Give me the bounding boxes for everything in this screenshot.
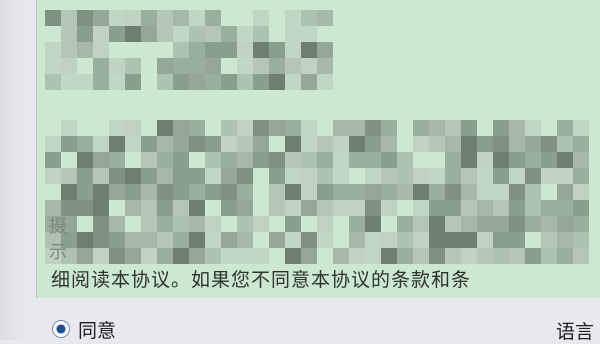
agreement-text-panel[interactable]: 摄 示 细阅读本协议。如果您不同意本协议的条款和条: [37, 0, 600, 298]
faint-char: 摄: [49, 216, 67, 237]
obscured-header-text: [45, 10, 333, 90]
obscured-body-text: [45, 120, 589, 264]
agreement-visible-line: 细阅读本协议。如果您不同意本协议的条款和条: [51, 269, 472, 291]
agree-radio-label[interactable]: 同意: [78, 316, 116, 343]
agree-radio[interactable]: [52, 320, 70, 338]
window-left-edge: [0, 0, 38, 340]
license-agreement-window: 摄 示 细阅读本协议。如果您不同意本协议的条款和条 同意 语言: [0, 0, 600, 343]
faint-char: 示: [49, 242, 67, 263]
agree-option[interactable]: 同意: [52, 316, 116, 343]
